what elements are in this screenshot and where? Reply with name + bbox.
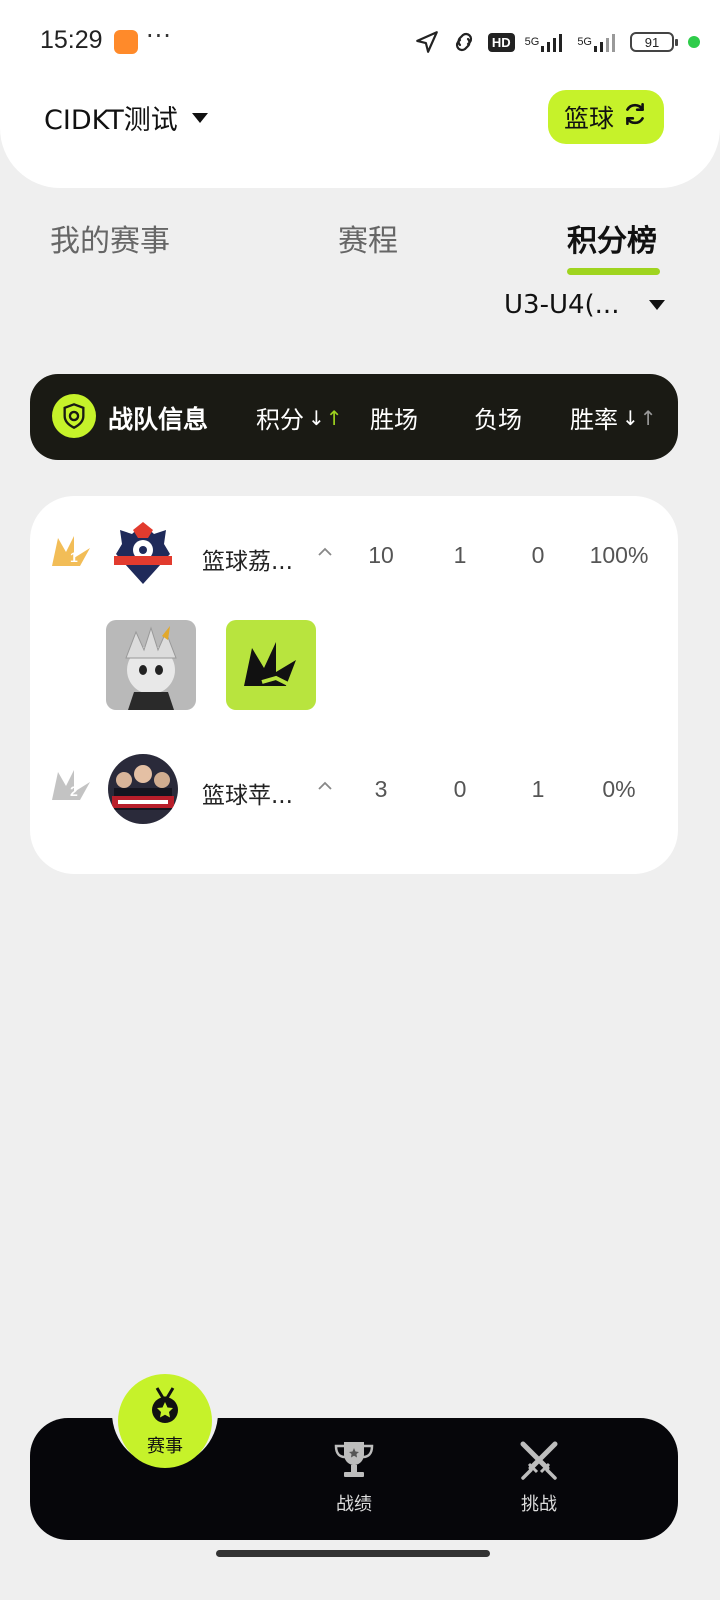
crossed-swords-icon — [517, 1440, 561, 1484]
top-header-card: 15:29 ··· HD 5G 5G 91 CIDKT测试 篮球 — [0, 0, 720, 188]
team-wins: 1 — [453, 542, 467, 568]
column-team-info: 战队信息 — [108, 405, 209, 434]
chevron-up-icon[interactable] — [317, 544, 332, 558]
team-points: 10 — [368, 542, 394, 568]
standings-row[interactable]: 2 篮球苹... 3 0 1 0% — [30, 736, 678, 836]
medal-icon — [145, 1386, 185, 1430]
nav-events-label: 赛事 — [147, 1436, 183, 1457]
team-win-rate: 100% — [589, 542, 649, 568]
status-icons: HD 5G 5G 91 — [414, 28, 678, 56]
organization-selector[interactable]: CIDKT测试 — [44, 98, 208, 137]
column-win-rate[interactable]: 胜率 ↓ ↑ — [570, 400, 657, 435]
group-filter-dropdown[interactable]: U3-U4(... — [504, 290, 666, 320]
sport-switch-button[interactable]: 篮球 — [548, 90, 664, 144]
svg-text:1: 1 — [70, 549, 78, 565]
nav-record-label: 战绩 — [336, 1494, 372, 1515]
sport-label: 篮球 — [563, 104, 614, 133]
team-losses: 0 — [531, 542, 545, 568]
location-icon — [414, 29, 440, 55]
organization-name: CIDKT测试 — [44, 105, 178, 136]
column-points[interactable]: 积分 ↓ ↑ — [256, 400, 343, 435]
signal-icon: 5G — [525, 32, 568, 52]
chevron-down-icon — [191, 112, 208, 123]
team-win-rate: 0% — [602, 776, 636, 802]
team-shield-icon — [52, 394, 96, 438]
rank-1-badge-icon: 1 — [50, 532, 96, 572]
team-logo — [108, 520, 178, 590]
standings-card: 1 篮球荔... 10 1 0 100% 2 篮球苹... 3 0 1 0% — [30, 496, 678, 874]
tab-my-events[interactable]: 我的赛事 — [50, 216, 170, 260]
more-notifications-icon: ··· — [146, 22, 172, 50]
home-indicator[interactable] — [216, 1550, 490, 1557]
team-logo — [108, 754, 178, 824]
standings-row[interactable]: 1 篮球荔... 10 1 0 100% — [30, 502, 678, 602]
standings-header: 战队信息 积分 ↓ ↑ 胜场 负场 胜率 ↓ ↑ — [30, 374, 678, 460]
tab-standings[interactable]: 积分榜 — [567, 216, 657, 260]
team-losses: 1 — [531, 776, 545, 802]
team-name: 篮球苹... — [202, 783, 293, 809]
app-notification-icon — [114, 30, 138, 54]
status-time: 15:29 — [40, 26, 103, 54]
sort-arrows-icon: ↓ ↑ — [308, 405, 343, 430]
active-tab-indicator — [567, 268, 660, 275]
chevron-up-icon[interactable] — [317, 778, 332, 792]
refresh-icon — [622, 101, 648, 133]
team-members — [106, 620, 316, 710]
column-wins: 胜场 — [370, 406, 418, 434]
nav-events-button[interactable]: 赛事 — [118, 1374, 212, 1468]
chevron-down-icon — [649, 300, 666, 310]
team-name: 篮球荔... — [202, 549, 293, 575]
team-wins: 0 — [453, 776, 467, 802]
svg-text:2: 2 — [70, 783, 78, 799]
signal-icon-2: 5G — [577, 32, 620, 52]
member-avatar-default[interactable] — [226, 620, 316, 710]
column-losses: 负场 — [474, 406, 522, 434]
nav-challenge-button[interactable]: 挑战 — [499, 1440, 579, 1516]
tab-schedule[interactable]: 赛程 — [338, 216, 398, 260]
main-tabs: 我的赛事 赛程 积分榜 — [0, 212, 720, 282]
status-bar: 15:29 ··· HD 5G 5G 91 — [0, 20, 720, 64]
sort-arrows-icon: ↓ ↑ — [622, 405, 657, 430]
nav-challenge-label: 挑战 — [521, 1494, 557, 1515]
team-points: 3 — [374, 776, 388, 802]
link-icon — [450, 29, 478, 55]
battery-icon: 91 — [630, 32, 678, 52]
nav-record-button[interactable]: 战绩 — [314, 1440, 394, 1516]
group-filter-value: U3-U4(... — [504, 290, 620, 320]
privacy-indicator-dot — [688, 36, 700, 48]
hd-voice-icon: HD — [487, 32, 515, 52]
rank-2-badge-icon: 2 — [50, 766, 96, 806]
member-avatar[interactable] — [106, 620, 196, 710]
trophy-icon — [332, 1440, 376, 1484]
